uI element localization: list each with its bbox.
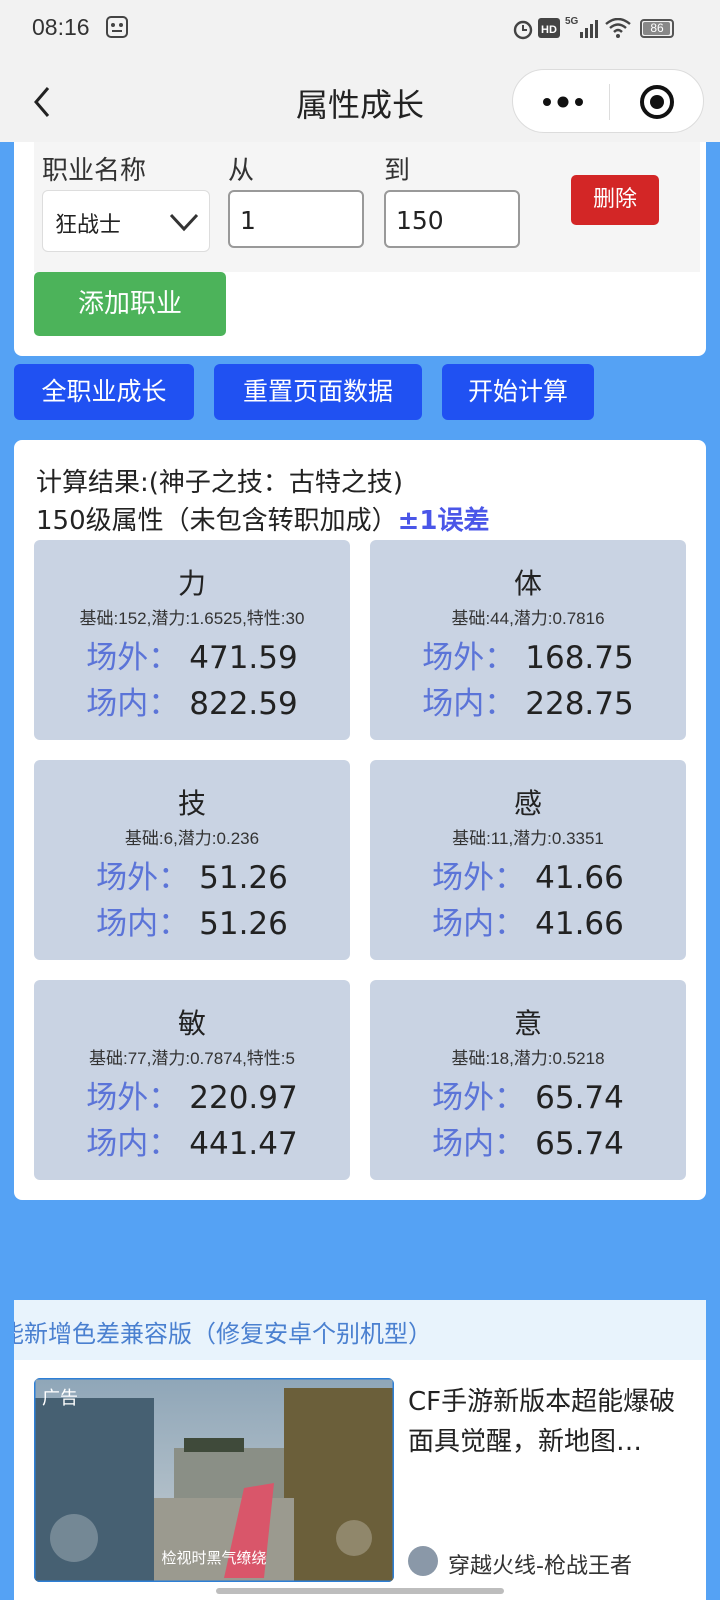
in-value: 41.66: [535, 906, 624, 942]
in-value: 51.26: [199, 906, 288, 942]
thumbnail-caption: 检视时黑气缭绕: [161, 1549, 267, 1567]
in-value: 822.59: [189, 686, 298, 722]
job-name-label: 职业名称: [42, 156, 147, 186]
stat-base: 基础:77,潜力:0.7874,特性:5: [89, 1049, 295, 1068]
stat-in-line: 场内： 822.59: [34, 678, 350, 723]
battery-icon: 86: [640, 19, 674, 38]
from-level-input[interactable]: 1: [228, 190, 364, 248]
stat-in-line: 场内： 51.26: [34, 898, 350, 943]
stat-card-strength: 力 基础:152,潜力:1.6525,特性:30 场外： 471.59 场内： 82…: [34, 540, 350, 740]
job-select-value: 狂战士: [55, 213, 122, 238]
out-label: 场外：: [96, 860, 190, 896]
ad-thumbnail[interactable]: 广告 检视时黑气缭绕: [34, 1378, 394, 1582]
stat-card-vitality: 体 基础:44,潜力:0.7816 场外： 168.75 场内： 228.75: [370, 540, 686, 740]
add-job-button[interactable]: 添加职业: [34, 272, 226, 336]
in-label: 场内：: [422, 686, 516, 722]
start-calc-button[interactable]: 开始计算: [442, 364, 594, 420]
to-level-input[interactable]: 150: [384, 190, 520, 248]
in-label: 场内：: [96, 906, 190, 942]
stat-out-line: 场外： 65.74: [370, 1072, 686, 1117]
stat-in-line: 场内： 41.66: [370, 898, 686, 943]
all-job-growth-button[interactable]: 全职业成长: [14, 364, 194, 420]
svg-text:HD: HD: [541, 24, 557, 36]
stat-base: 基础:6,潜力:0.236: [124, 829, 260, 848]
error-note: ±1误差: [397, 506, 490, 536]
svg-text:5G: 5G: [565, 16, 579, 27]
stat-card-agility: 敏 基础:77,潜力:0.7874,特性:5 场外： 220.97 场内： 441.…: [34, 980, 350, 1180]
stat-card-sense: 感 基础:11,潜力:0.3351 场外： 41.66 场内： 41.66: [370, 760, 686, 960]
in-label: 场内：: [432, 1126, 526, 1162]
battery-level: 86: [650, 21, 664, 35]
wifi-icon: [605, 18, 631, 38]
in-value: 441.47: [189, 1126, 298, 1162]
stat-in-line: 场内： 441.47: [34, 1118, 350, 1163]
ad-headline[interactable]: CF手游新版本超能爆破面具觉醒，新地图…: [408, 1382, 696, 1462]
status-bar: 08:16 HD 5G 86: [0, 0, 720, 60]
out-label: 场外：: [432, 860, 526, 896]
in-value: 228.75: [525, 686, 634, 722]
status-time: 08:16: [32, 14, 90, 40]
in-label: 场内：: [86, 686, 180, 722]
stat-out-line: 场外： 168.75: [370, 632, 686, 677]
stat-name: 意: [513, 1007, 542, 1040]
result-title: 计算结果:(神子之技：古特之技): [36, 468, 404, 498]
app-notification-icon: [106, 16, 128, 38]
ad-source-name: 穿越火线-枪战王者: [448, 1554, 632, 1579]
alarm-icon: [513, 20, 533, 40]
delete-button[interactable]: 删除: [571, 175, 659, 225]
stat-out-line: 场外： 51.26: [34, 852, 350, 897]
stat-base: 基础:18,潜力:0.5218: [451, 1049, 605, 1068]
result-card: 计算结果:(神子之技：古特之技) 150级属性（未包含转职加成）±1误差 力 基…: [14, 440, 706, 1200]
reset-data-button[interactable]: 重置页面数据: [214, 364, 422, 420]
out-value: 51.26: [199, 860, 288, 896]
in-label: 场内：: [432, 906, 526, 942]
stat-name: 体: [513, 567, 542, 600]
stat-name: 力: [177, 567, 206, 600]
stat-name: 感: [513, 787, 542, 820]
in-value: 65.74: [535, 1126, 624, 1162]
ad-tag: 广告: [42, 1388, 78, 1409]
out-value: 220.97: [189, 1080, 298, 1116]
stat-base: 基础:11,潜力:0.3351: [452, 829, 604, 848]
out-value: 471.59: [189, 640, 298, 676]
stat-name: 敏: [177, 1007, 206, 1040]
stat-out-line: 场外： 220.97: [34, 1072, 350, 1117]
out-label: 场外：: [86, 1080, 180, 1116]
out-label: 场外：: [432, 1080, 526, 1116]
stat-out-line: 场外： 41.66: [370, 852, 686, 897]
signal-5g-icon: 5G: [565, 16, 598, 38]
to-label: 到: [384, 156, 411, 186]
stat-card-will: 意 基础:18,潜力:0.5218 场外： 65.74 场内： 65.74: [370, 980, 686, 1180]
nav-bar: 属性成长: [0, 60, 720, 142]
stat-out-line: 场外： 471.59: [34, 632, 350, 677]
in-label: 场内：: [86, 1126, 180, 1162]
chevron-down-icon: [169, 213, 199, 232]
out-label: 场外：: [422, 640, 516, 676]
stat-base: 基础:152,潜力:1.6525,特性:30: [79, 609, 305, 628]
hd-icon: HD: [538, 18, 560, 38]
stat-name: 技: [177, 787, 206, 820]
out-value: 65.74: [535, 1080, 624, 1116]
out-label: 场外：: [86, 640, 180, 676]
mini-program-capsule: [512, 69, 704, 133]
result-subtitle-text: 150级属性（未包含转职加成）: [36, 506, 398, 536]
ad-card[interactable]: 广告 检视时黑气缭绕 CF手游新版本超能爆破面具觉醒，新地图… 穿越火线-枪战王…: [14, 1360, 706, 1600]
job-select[interactable]: 狂战士: [42, 190, 210, 252]
marquee-text: 能新增色差兼容版（修复安卓个别机型）: [14, 1320, 432, 1348]
more-icon[interactable]: [539, 88, 587, 116]
capsule-divider: [609, 84, 610, 120]
out-value: 41.66: [535, 860, 624, 896]
from-label: 从: [228, 156, 255, 186]
stat-in-line: 场内： 228.75: [370, 678, 686, 723]
home-indicator[interactable]: [216, 1588, 504, 1594]
close-miniprogram-icon[interactable]: [637, 82, 677, 122]
result-subtitle: 150级属性（未包含转职加成）±1误差: [36, 500, 490, 537]
stat-in-line: 场内： 65.74: [370, 1118, 686, 1163]
marquee-notice: 能新增色差兼容版（修复安卓个别机型）: [14, 1300, 706, 1360]
avatar: [408, 1546, 438, 1576]
stat-card-technique: 技 基础:6,潜力:0.236 场外： 51.26 场内： 51.26: [34, 760, 350, 960]
out-value: 168.75: [525, 640, 634, 676]
stat-base: 基础:44,潜力:0.7816: [451, 609, 605, 628]
